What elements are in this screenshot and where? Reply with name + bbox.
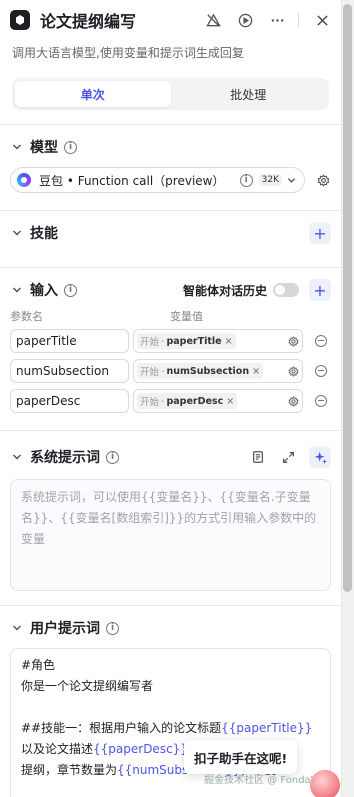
model-settings-icon[interactable] [315,172,331,188]
add-input-button[interactable]: + [309,279,331,301]
column-header-value: 变量值 [170,310,203,323]
column-header-param: 参数名 [10,310,43,323]
info-icon[interactable]: i [64,140,77,154]
chevron-down-icon [287,176,296,185]
settings-icon[interactable] [287,365,299,377]
param-value-select[interactable]: 开始 - paperTitle × [133,329,303,353]
param-row: paperTitle 开始 - paperTitle × [0,326,341,356]
settings-icon[interactable] [287,395,299,407]
prompt-line: 你是一个论文提纲编写者 [21,679,154,693]
settings-icon[interactable] [287,335,299,347]
chevron-down-icon[interactable] [10,142,24,152]
assistant-avatar[interactable] [310,770,340,797]
prompt-variable: {{paperDesc}} [93,742,188,756]
run-mode-tabs: 单次 批处理 [12,78,329,110]
variable-tag: 开始 - paperDesc × [137,393,238,409]
section-title: 用户提示词 [30,621,100,637]
more-icon[interactable] [268,11,286,29]
add-skill-button[interactable]: + [309,222,331,244]
param-row: paperDesc 开始 - paperDesc × [0,386,341,416]
param-name-input[interactable]: numSubsection [10,359,129,383]
remove-param-icon[interactable] [315,365,327,377]
node-description[interactable]: 调用大语言模型,使用变量和提示词生成回复 [0,40,341,66]
variable-tag: 开始 - numSubsection × [137,363,264,379]
info-icon[interactable]: i [239,173,253,187]
user-prompt-header[interactable]: 用户提示词 i [0,612,341,644]
chat-history-toggle[interactable] [273,283,299,297]
prompt-line: #角色 [21,658,56,672]
skills-section-header[interactable]: 技能 + [0,217,341,249]
param-name-input[interactable]: paperDesc [10,389,129,413]
tab-batch[interactable]: 批处理 [171,81,327,107]
info-icon[interactable]: i [64,283,77,297]
param-value-select[interactable]: 开始 - numSubsection × [133,359,303,383]
node-title[interactable]: 论文提纲编写 [40,8,190,32]
header-divider [298,12,299,28]
model-name: 豆包 • Function call（preview） [39,173,225,188]
expand-icon[interactable] [279,448,297,466]
remove-tag-icon[interactable]: × [225,336,233,347]
tab-single[interactable]: 单次 [15,81,171,107]
run-icon[interactable] [236,11,254,29]
chevron-down-icon[interactable] [10,623,24,633]
ai-optimize-icon[interactable] [309,446,331,468]
prompt-line: ##技能一：根据用户输入的论文标题{{paperTitle}} [21,721,313,735]
param-row: numSubsection 开始 - numSubsection × [0,356,341,386]
model-section-header[interactable]: 模型 i [0,131,341,163]
close-icon[interactable] [313,11,331,29]
section-title: 输入 [30,283,58,299]
input-section-header[interactable]: 输入 i 智能体对话历史 + [0,274,341,306]
param-name-input[interactable]: paperTitle [10,329,129,353]
param-value-select[interactable]: 开始 - paperDesc × [133,389,303,413]
info-icon[interactable]: i [106,621,119,635]
prompt-variable: {{paperTitle}} [221,721,313,735]
section-title: 系统提示词 [30,450,100,466]
warning-off-icon[interactable] [204,11,222,29]
scrollbar[interactable] [341,0,354,797]
info-icon[interactable]: i [106,450,119,464]
model-select[interactable]: 豆包 • Function call（preview） i 32K [10,167,305,193]
remove-param-icon[interactable] [315,335,327,347]
system-prompt-header[interactable]: 系统提示词 i [0,441,341,473]
section-title: 模型 [30,140,58,156]
chat-history-label: 智能体对话历史 [182,283,267,298]
context-badge: 32K [258,174,282,186]
watermark: 掘金技术社区 @ FondaWu [204,775,327,786]
node-logo-icon [10,10,30,30]
doubao-logo-icon [17,173,31,187]
chevron-down-icon[interactable] [10,285,24,295]
chevron-down-icon[interactable] [10,452,24,462]
node-config-panel: 论文提纲编写 调用大语言模型,使用变量和提示词生成回复 单次 批处理 模型 i … [0,0,341,797]
section-title: 技能 [30,226,58,242]
remove-param-icon[interactable] [315,395,327,407]
remove-tag-icon[interactable]: × [226,396,234,407]
system-prompt-input[interactable]: 系统提示词，可以使用{{变量名}}、{{变量名.子变量名}}、{{变量名[数组索… [10,479,331,591]
assistant-tooltip[interactable]: 扣子助手在这呢! [184,740,298,774]
chevron-down-icon[interactable] [10,228,24,238]
remove-tag-icon[interactable]: × [252,366,260,377]
prompt-library-icon[interactable] [249,448,267,466]
panel-header: 论文提纲编写 [0,0,341,40]
variable-tag: 开始 - paperTitle × [137,333,236,349]
scrollbar-thumb[interactable] [343,4,352,592]
